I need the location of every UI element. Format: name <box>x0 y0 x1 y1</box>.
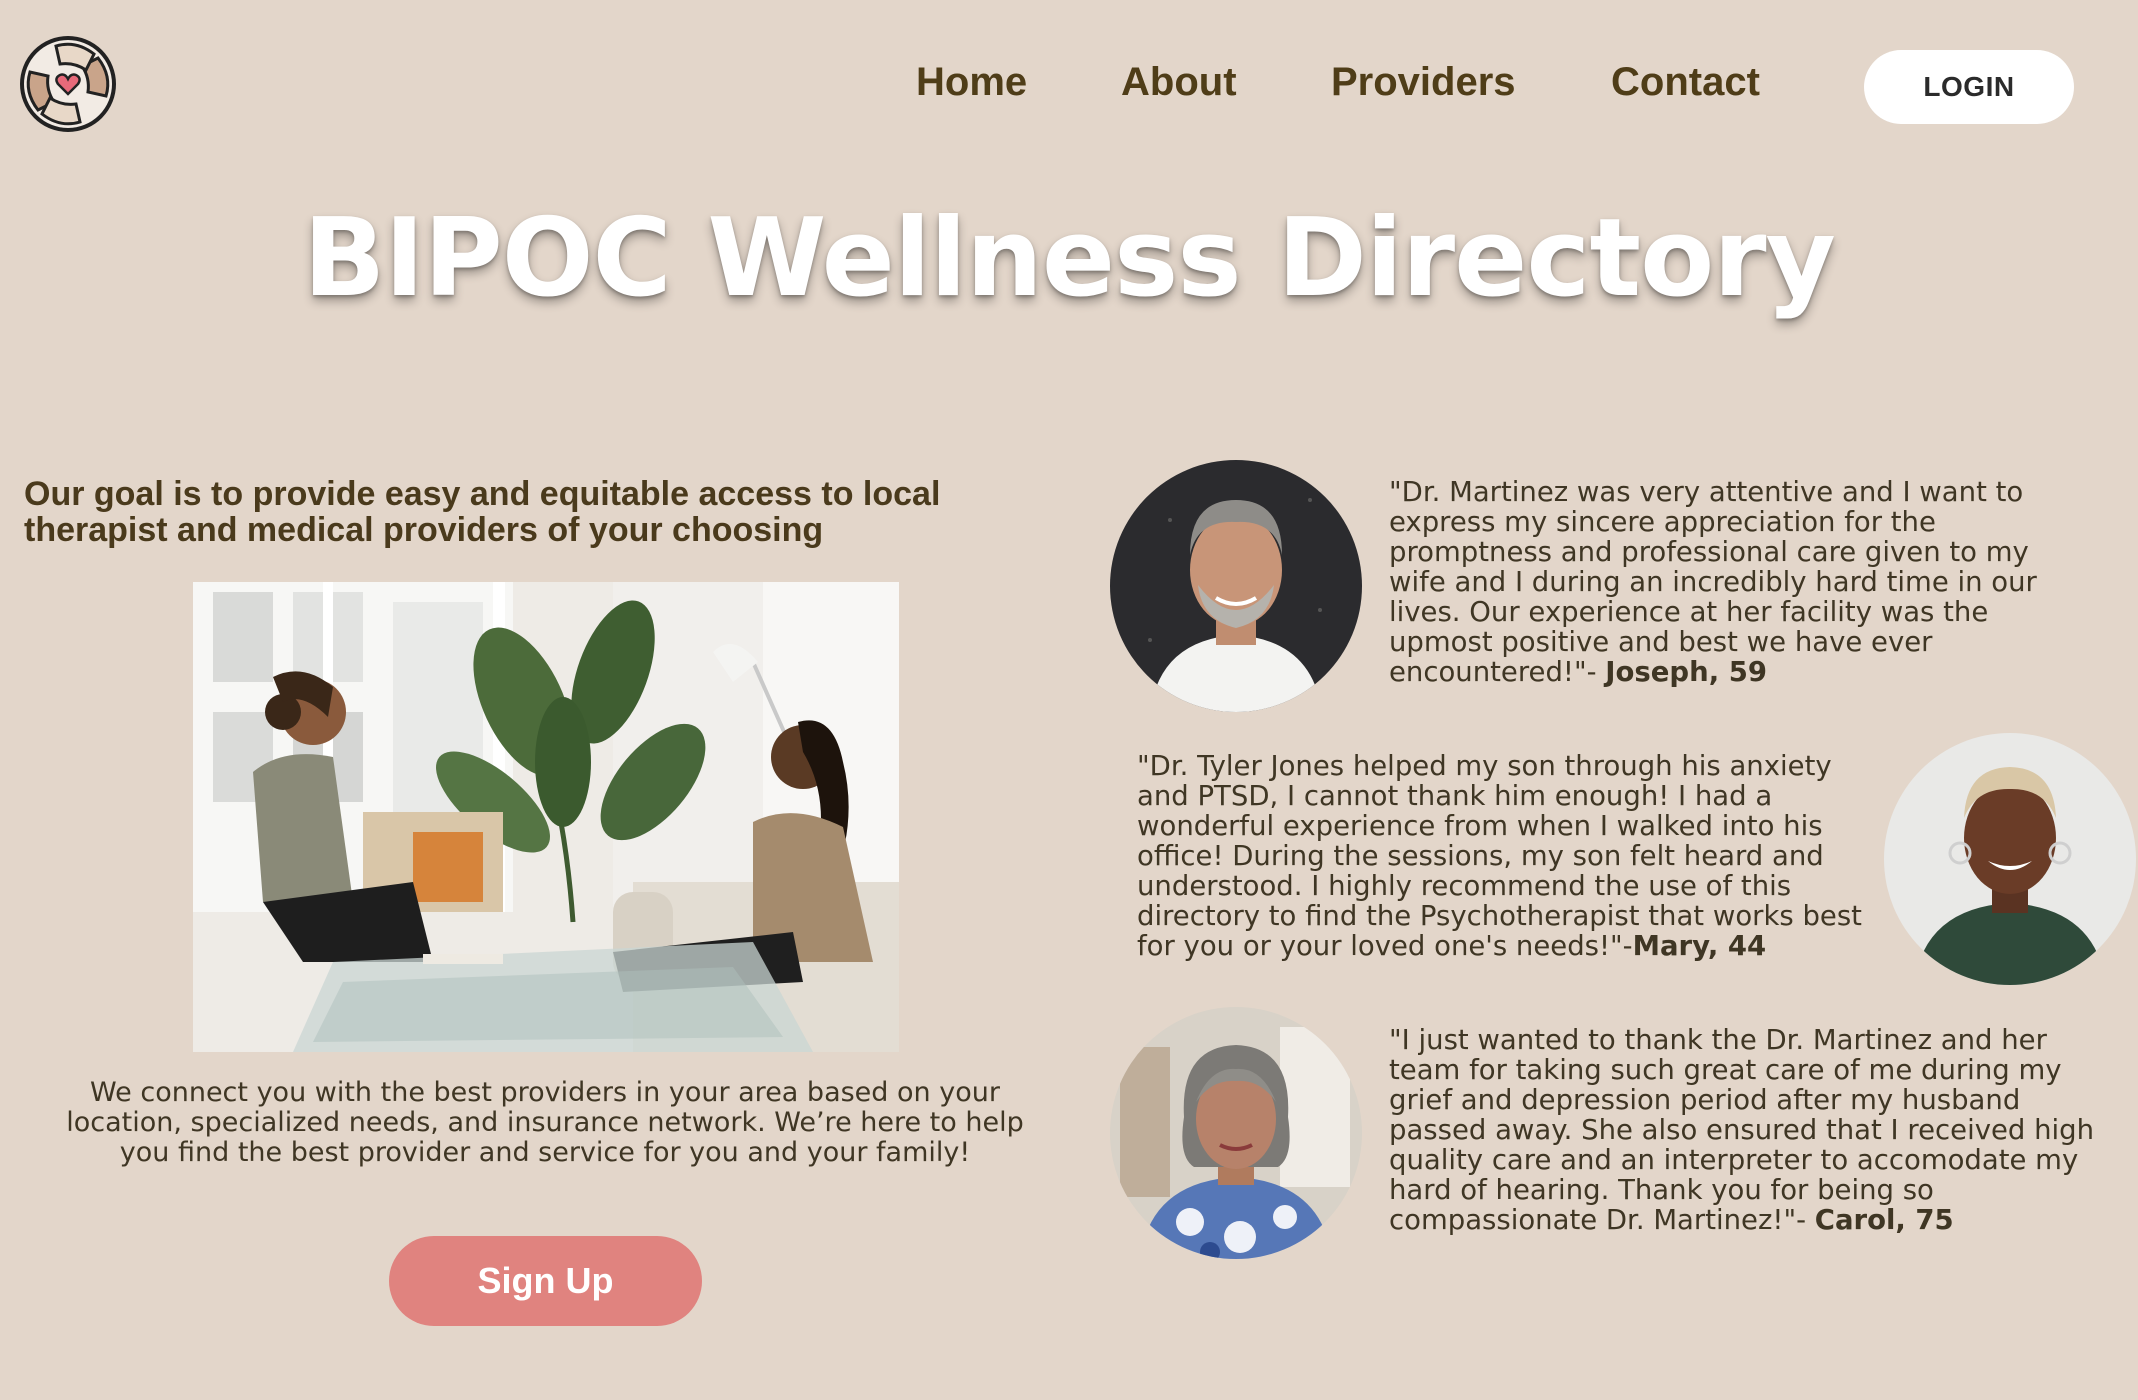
testimonial-mary: "Dr. Tyler Jones helped my son through h… <box>1137 751 1862 961</box>
testimonial-carol: "I just wanted to thank the Dr. Martinez… <box>1389 1025 2109 1235</box>
testimonial-joseph: "Dr. Martinez was very attentive and I w… <box>1389 477 2089 687</box>
sign-up-button[interactable]: Sign Up <box>389 1236 702 1326</box>
page-title: BIPOC Wellness Directory <box>303 196 1836 321</box>
top-nav: Home About Providers Contact LOGIN <box>0 50 2138 124</box>
intro-section: Our goal is to provide easy and equitabl… <box>24 476 1064 548</box>
nav-providers[interactable]: Providers <box>1331 60 1516 105</box>
testimonial-author: Joseph, 59 <box>1605 656 1767 688</box>
goal-statement: Our goal is to provide easy and equitabl… <box>24 475 941 549</box>
login-button[interactable]: LOGIN <box>1864 50 2074 124</box>
nav-about[interactable]: About <box>1121 60 1237 105</box>
avatar-joseph <box>1110 460 1362 712</box>
nav-home[interactable]: Home <box>916 60 1027 105</box>
testimonial-text: "I just wanted to thank the Dr. Martinez… <box>1389 1024 2095 1236</box>
nav-contact[interactable]: Contact <box>1611 60 1760 105</box>
connect-description: We connect you with the best providers i… <box>66 1077 1024 1168</box>
avatar-carol <box>1110 1007 1362 1259</box>
testimonial-author: Mary, 44 <box>1632 930 1767 962</box>
testimonial-author: Carol, 75 <box>1814 1204 1954 1236</box>
avatar-mary <box>1884 733 2136 985</box>
therapy-session-photo <box>193 582 899 1052</box>
